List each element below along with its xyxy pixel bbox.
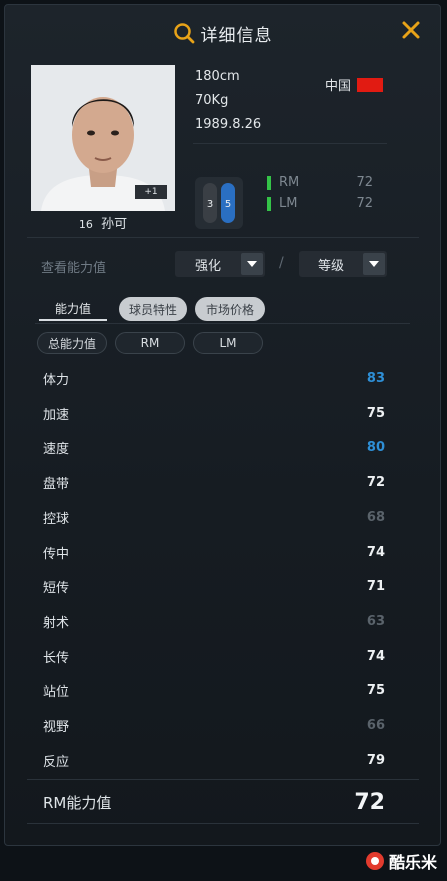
stat-row: 加速 75	[35, 396, 385, 430]
stat-row: 速度 80	[35, 430, 385, 464]
player-name-row: 16 孙可	[31, 213, 175, 232]
player-country: 中国	[325, 75, 384, 94]
total-rating-value: 72	[354, 789, 385, 815]
position-rating-rm: RM 72	[267, 175, 373, 190]
stat-name: 盘带	[43, 476, 70, 492]
total-rating-label: RM能力值	[43, 793, 112, 812]
filter-separator: /	[279, 255, 284, 271]
tab-abilities[interactable]: 能力值	[39, 297, 107, 321]
stat-row: 反应 79	[35, 743, 385, 777]
view-stats-label: 查看能力值	[41, 261, 107, 276]
player-photo: +1	[31, 65, 175, 211]
page-title: 详细信息	[200, 25, 273, 46]
divider	[193, 143, 387, 144]
jersey-number: 16	[78, 218, 93, 231]
divider	[27, 779, 419, 780]
position-value: 72	[356, 175, 373, 190]
enhance-dropdown-value: 强化	[194, 258, 221, 274]
watermark: 酷乐米	[365, 849, 437, 873]
stat-row: 短传 71	[35, 569, 385, 603]
stat-name: 视野	[43, 719, 70, 735]
stat-name: 速度	[43, 441, 70, 457]
chevron-down-icon[interactable]	[241, 253, 263, 275]
grade-dropdown[interactable]: 等级	[299, 251, 387, 277]
stat-name: 短传	[43, 580, 70, 596]
divider	[27, 237, 419, 238]
stat-name: 传中	[43, 546, 70, 562]
close-icon[interactable]	[400, 19, 422, 41]
search-icon	[173, 23, 194, 44]
stat-name: 控球	[43, 511, 70, 527]
stat-name: 加速	[43, 407, 70, 423]
stat-value: 66	[366, 717, 385, 733]
sub-tab-overall[interactable]: 总能力值	[37, 332, 107, 354]
player-weight: 70Kg	[195, 93, 229, 108]
stat-value: 68	[366, 509, 385, 525]
position-bar	[267, 196, 271, 211]
stat-value: 63	[366, 613, 385, 629]
stat-row: 盘带 72	[35, 465, 385, 499]
divider	[27, 823, 419, 824]
position-rating-lm: LM 72	[267, 196, 373, 211]
title-bar: 详细信息	[5, 5, 440, 61]
photo-badge: +1	[144, 187, 158, 197]
tab-market-price[interactable]: 市场价格	[195, 297, 265, 321]
tab-traits[interactable]: 球员特性	[119, 297, 187, 321]
stat-row: 长传 74	[35, 639, 385, 673]
stat-name: 反应	[43, 754, 70, 770]
stat-value: 74	[366, 544, 385, 560]
stat-value: 74	[366, 648, 385, 664]
stat-value: 71	[366, 578, 385, 594]
stat-row: 控球 68	[35, 500, 385, 534]
watermark-text: 酷乐米	[388, 853, 437, 872]
total-rating-row: RM能力值 72	[35, 785, 385, 819]
position-label: RM	[279, 175, 300, 190]
chevron-down-icon[interactable]	[363, 253, 385, 275]
stat-name: 射术	[43, 615, 70, 631]
position-card: 3 5	[195, 177, 243, 229]
player-detail-panel: 详细信息 +1 16 孙可 180cm 70Kg 1989.8.26 中国 3 …	[4, 4, 441, 846]
position-card-number-2: 5	[225, 199, 231, 210]
position-value: 72	[356, 196, 373, 211]
tabs-divider	[35, 323, 410, 324]
stat-value: 83	[366, 370, 385, 386]
stat-row: 射术 63	[35, 604, 385, 638]
stat-row: 传中 74	[35, 535, 385, 569]
sub-tab-lm[interactable]: LM	[193, 332, 263, 354]
player-height: 180cm	[195, 69, 240, 84]
stat-row: 体力 83	[35, 361, 385, 395]
stat-value: 80	[366, 439, 385, 455]
sub-tab-rm[interactable]: RM	[115, 332, 185, 354]
position-card-number-1: 3	[207, 199, 213, 210]
stat-name: 长传	[43, 650, 70, 666]
stat-value: 79	[366, 752, 385, 768]
position-bar	[267, 175, 271, 190]
enhance-dropdown[interactable]: 强化	[175, 251, 265, 277]
country-name: 中国	[325, 79, 352, 94]
stat-name: 体力	[43, 372, 70, 388]
position-card-graphic: 3 5	[203, 183, 235, 223]
stat-row: 视野 66	[35, 708, 385, 742]
stat-row: 站位 75	[35, 673, 385, 707]
stat-name: 站位	[43, 684, 70, 700]
stat-value: 75	[366, 682, 385, 698]
position-label: LM	[279, 196, 298, 211]
player-birthdate: 1989.8.26	[195, 117, 262, 132]
player-name: 孙可	[101, 217, 128, 232]
watermark-logo-icon	[365, 852, 384, 870]
grade-dropdown-value: 等级	[317, 258, 344, 274]
stat-value: 75	[366, 405, 385, 421]
stat-value: 72	[366, 474, 385, 490]
china-flag-icon	[357, 77, 384, 92]
